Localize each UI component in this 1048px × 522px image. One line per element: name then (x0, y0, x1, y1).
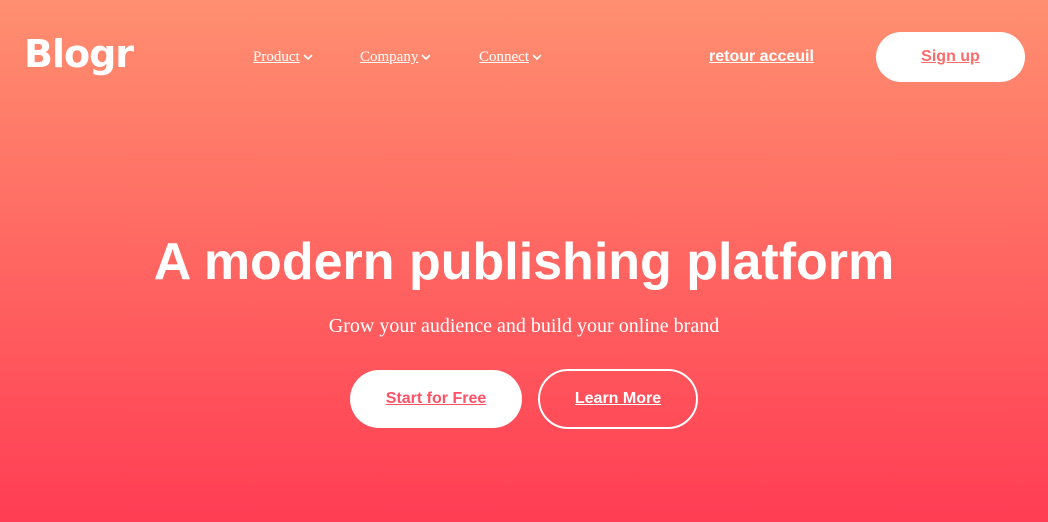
signup-button[interactable]: Sign up (876, 32, 1025, 82)
brand-logo[interactable]: Blogr (24, 30, 134, 78)
nav-item-label: Product (253, 49, 300, 65)
chevron-down-icon (532, 54, 542, 60)
nav-item-company[interactable]: Company (360, 46, 431, 68)
start-for-free-button[interactable]: Start for Free (350, 370, 522, 428)
hero-title: A modern publishing platform (153, 233, 895, 291)
hero-subtitle: Grow your audience and build your online… (328, 315, 720, 337)
home-link[interactable]: retour acceuil (709, 46, 814, 68)
learn-more-button[interactable]: Learn More (538, 369, 698, 429)
nav-item-connect[interactable]: Connect (479, 46, 542, 68)
chevron-down-icon (303, 54, 312, 60)
chevron-down-icon (422, 54, 431, 60)
nav-item-product[interactable]: Product (253, 46, 313, 68)
nav-item-label: Connect (479, 49, 529, 65)
nav-item-label: Company (360, 49, 419, 65)
